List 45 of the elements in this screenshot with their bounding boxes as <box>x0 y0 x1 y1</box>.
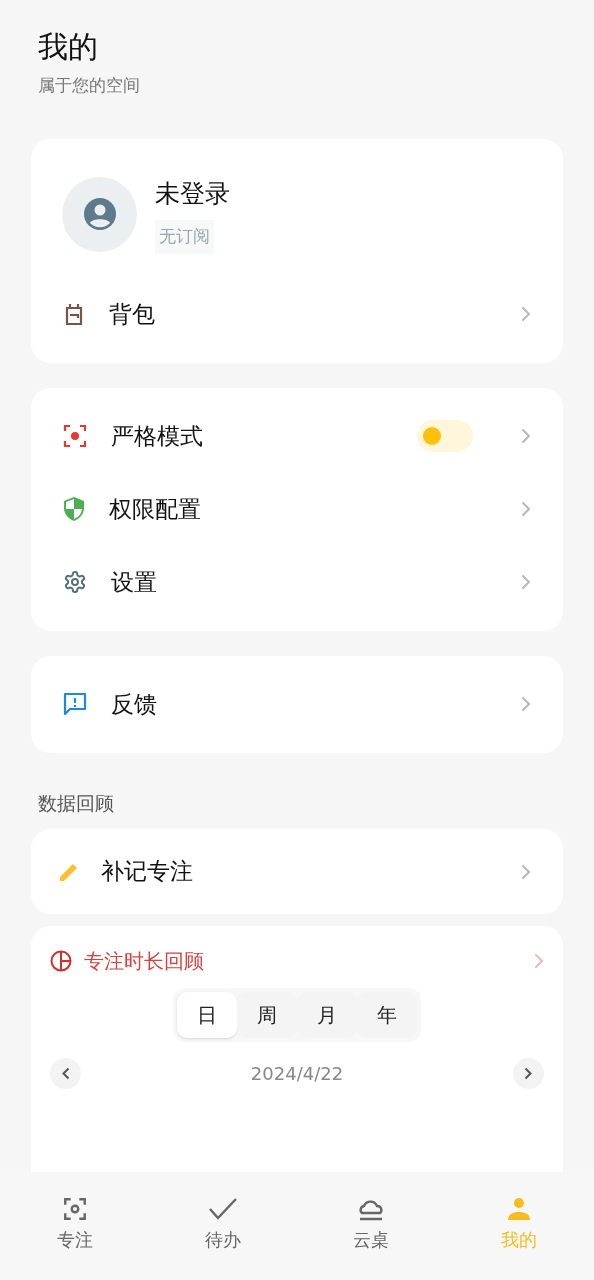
menu-label: 补记专注 <box>101 857 194 887</box>
nav-tab[interactable]: 待办 <box>178 1196 268 1253</box>
chevron-left-icon <box>61 1067 70 1080</box>
checkmark-icon <box>208 1196 238 1222</box>
page-title: 我的 <box>38 28 99 66</box>
chevron-right-icon <box>521 863 531 880</box>
chevron-right-icon <box>521 306 531 322</box>
focus-frame-icon <box>63 424 87 448</box>
nav-tab[interactable]: 云桌 <box>326 1196 416 1253</box>
menu-item[interactable]: 设置 <box>31 545 563 619</box>
chevron-right-icon <box>521 428 531 444</box>
chevron-right-icon <box>534 953 544 969</box>
menu-label: 严格模式 <box>111 421 204 451</box>
previous-button[interactable] <box>50 1058 81 1089</box>
chevron-right-icon <box>521 574 531 590</box>
menu-label: 设置 <box>111 567 158 597</box>
pie-chart-icon <box>50 950 72 972</box>
menu-item[interactable]: 背包 <box>31 277 563 351</box>
shield-icon <box>63 496 85 522</box>
focus-frame-icon <box>62 1196 88 1222</box>
feedback-icon <box>63 692 87 716</box>
settings-icon <box>63 570 87 594</box>
person-icon <box>506 1196 532 1222</box>
chevron-right-icon <box>524 1067 533 1080</box>
menu-item[interactable]: 反馈 <box>31 667 563 741</box>
menu-label: 权限配置 <box>109 494 202 524</box>
chevron-right-icon <box>521 501 531 517</box>
page-subtitle: 属于您的空间 <box>38 74 141 97</box>
period-tab[interactable]: 日 <box>177 992 237 1038</box>
menu-label: 反馈 <box>111 689 158 719</box>
strict-mode-switch[interactable] <box>417 420 473 452</box>
menu-label: 背包 <box>109 299 156 329</box>
date-label: 2024/4/22 <box>250 1062 344 1086</box>
subscription-tag: 无订阅 <box>155 220 214 254</box>
user-icon <box>83 198 116 230</box>
review-title[interactable]: 专注时长回顾 <box>84 946 522 976</box>
backpack-icon <box>63 302 85 326</box>
next-button[interactable] <box>513 1058 544 1089</box>
menu-item[interactable]: 补记专注 <box>31 854 563 889</box>
menu-item[interactable]: 权限配置 <box>31 472 563 546</box>
chevron-right-icon <box>521 696 531 712</box>
nav-tab[interactable]: 专注 <box>30 1196 120 1253</box>
section-title: 数据回顾 <box>37 790 115 816</box>
menu-item[interactable]: 严格模式 <box>31 399 563 473</box>
user-name: 未登录 <box>155 177 230 210</box>
